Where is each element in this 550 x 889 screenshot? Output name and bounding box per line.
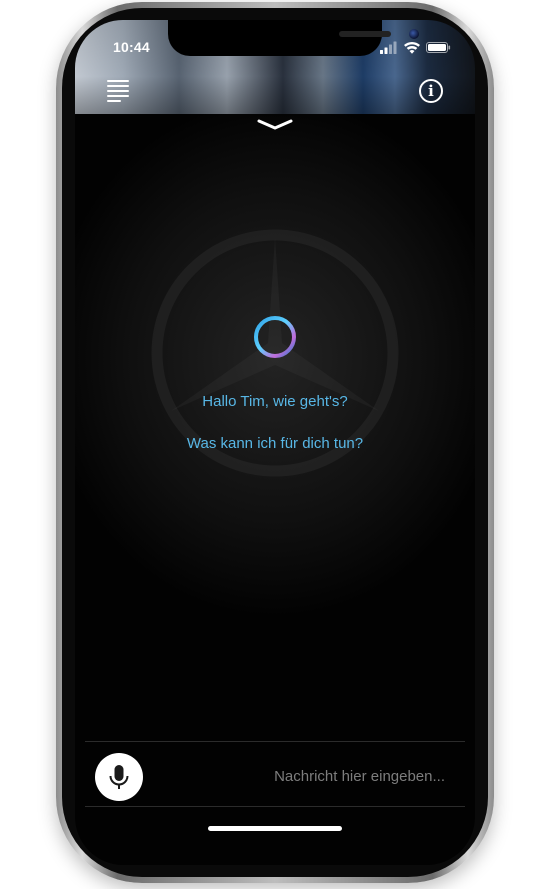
- status-icons: [380, 41, 451, 54]
- cellular-signal-icon: [380, 41, 397, 54]
- composer-top-divider: [85, 741, 465, 742]
- menu-line: [107, 100, 121, 102]
- device-mockup: 10:44 i Hallo Tim, wie geht's? Was kann …: [0, 0, 550, 889]
- info-icon[interactable]: i: [419, 79, 443, 103]
- speaker-grille: [339, 31, 391, 37]
- menu-line: [107, 95, 129, 97]
- device-notch: [168, 20, 419, 56]
- home-indicator[interactable]: [208, 826, 342, 831]
- menu-line: [107, 85, 129, 87]
- microphone-icon: [109, 765, 129, 789]
- composer-bottom-divider: [85, 806, 465, 807]
- wifi-icon: [404, 41, 420, 54]
- assistant-ring-icon: [254, 316, 296, 358]
- menu-line: [107, 90, 129, 92]
- status-time: 10:44: [113, 39, 150, 55]
- menu-line: [107, 80, 129, 82]
- front-camera: [409, 29, 419, 39]
- assistant-prompt: Was kann ich für dich tun?: [186, 435, 364, 452]
- menu-icon[interactable]: [107, 79, 129, 102]
- microphone-button[interactable]: [95, 753, 143, 801]
- message-input[interactable]: [159, 761, 445, 791]
- battery-icon: [426, 42, 451, 53]
- assistant-greeting: Hallo Tim, wie geht's?: [202, 393, 348, 410]
- chevron-down-icon[interactable]: [256, 118, 294, 132]
- app-screen: 10:44 i Hallo Tim, wie geht's? Was kann …: [75, 20, 475, 865]
